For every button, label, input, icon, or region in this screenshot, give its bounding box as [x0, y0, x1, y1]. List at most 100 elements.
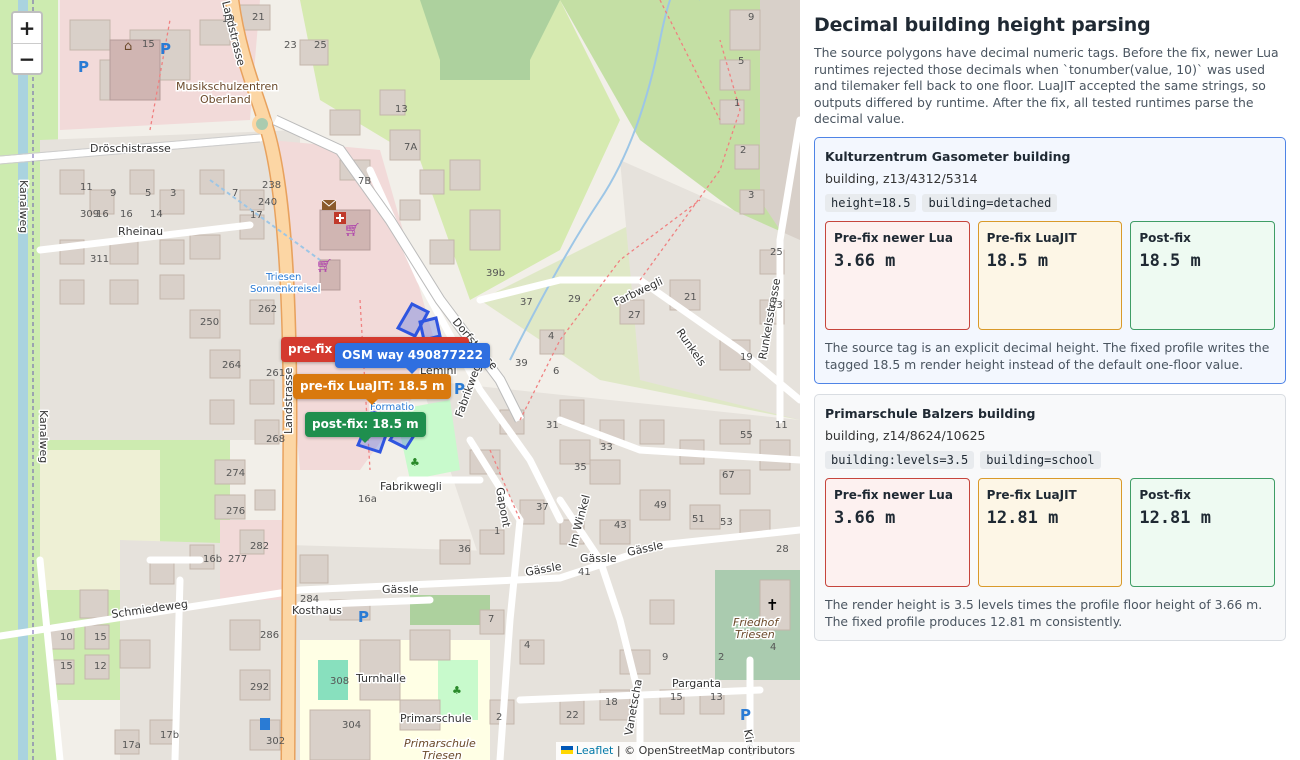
zoom-out-button[interactable]: − [13, 43, 41, 73]
svg-text:♣: ♣ [452, 684, 462, 697]
zoom-control: + − [11, 11, 43, 75]
house-number: 4 [770, 642, 776, 653]
result-label: Pre-fix LuaJIT [986, 230, 1077, 245]
post-office-icon [321, 199, 337, 210]
house-number: 67 [722, 470, 735, 481]
church-icon: ✝ [766, 596, 779, 614]
house-number: 9 [110, 188, 116, 199]
result-label: Pre-fix LuaJIT [986, 487, 1077, 502]
street-label-droschistrasse: Dröschistrasse [90, 142, 171, 155]
street-label-fabrikwegli: Fabrikwegli [380, 480, 442, 493]
house-number: 19 [222, 14, 235, 25]
result-label: Post-fix [1139, 230, 1191, 245]
tag-pre-fix-luajit[interactable]: pre-fix LuaJIT: 18.5 m [293, 374, 452, 405]
tag-chip: building=detached [922, 193, 1058, 212]
result-value: 3.66 m [834, 250, 896, 271]
house-number: 3 [748, 190, 754, 201]
house-number: 311 [90, 254, 109, 265]
house-number: 29 [568, 294, 581, 305]
house-number: 6 [553, 366, 559, 377]
house-number: 1 [734, 98, 740, 109]
result-pre-fix-newer-lua: Pre-fix newer Lua 3.66 m [825, 220, 970, 330]
house-number: 5 [145, 188, 151, 199]
house-number: 15 [94, 632, 107, 643]
map-view[interactable]: Dröschistrasse Rheinau Kanalweg Kanalweg… [0, 0, 800, 760]
house-number: 1 [494, 526, 500, 537]
house-number: 13 [395, 104, 408, 115]
tag-chips: height=18.5 building=detached [825, 193, 1275, 212]
house-number: 277 [228, 554, 247, 565]
tag-post-fix[interactable]: post-fix: 18.5 m [305, 412, 426, 443]
result-label: Pre-fix newer Lua [834, 230, 953, 245]
result-value: 12.81 m [1139, 507, 1211, 528]
fuel-icon [260, 718, 270, 730]
building-card-gasometer[interactable]: Kulturzentrum Gasometer building buildin… [814, 136, 1286, 384]
parking-icon: P [454, 380, 465, 398]
card-note: The source tag is an explicit decimal he… [825, 339, 1270, 372]
result-value: 18.5 m [1139, 250, 1201, 271]
card-subtitle: building, z14/8624/10625 [825, 427, 986, 443]
playground-icon: ♣ [452, 684, 462, 697]
house-number: 9 [662, 652, 668, 663]
house-number: 284 [300, 594, 319, 605]
house-number: 25 [314, 40, 327, 51]
house-number: 15 [60, 661, 73, 672]
result-boxes: Pre-fix newer Lua 3.66 m Pre-fix LuaJIT … [825, 220, 1276, 330]
result-value: 12.81 m [986, 507, 1059, 528]
house-number: 240 [258, 197, 277, 208]
osm-attribution-text: © OpenStreetMap contributors [624, 744, 795, 757]
parking-icon: P [78, 58, 89, 76]
street-label-parganta: Parganta [672, 677, 721, 690]
card-title: Kulturzentrum Gasometer building [825, 148, 1071, 164]
house-number: 16 [120, 209, 133, 220]
leaflet-link[interactable]: Leaflet [576, 744, 613, 757]
svg-text:🛒︎: 🛒︎ [316, 258, 333, 274]
street-label-kanalweg-top: Kanalweg [17, 180, 30, 233]
result-value: 18.5 m [986, 250, 1049, 271]
svg-text:✝: ✝ [766, 596, 779, 614]
result-pre-fix-newer-lua: Pre-fix newer Lua 3.66 m [825, 477, 970, 587]
poi-label-friedhof-triesen: Triesen [735, 628, 775, 641]
poi-label-primarschule: Primarschule [400, 712, 472, 725]
poi-label-turnhalle: Turnhalle [355, 672, 406, 685]
house-number: 28 [776, 544, 789, 555]
result-boxes: Pre-fix newer Lua 3.66 m Pre-fix LuaJIT … [825, 477, 1276, 587]
house-number: 309 [80, 209, 99, 220]
house-number: 43 [614, 520, 627, 531]
info-panel: Decimal building height parsing The sour… [800, 0, 1300, 760]
house-number: 292 [250, 682, 269, 693]
house-number: 12 [94, 661, 107, 672]
house-number: 49 [654, 500, 667, 511]
svg-text:🛒︎: 🛒︎ [344, 222, 361, 238]
result-label: Post-fix [1139, 487, 1191, 502]
shop-icon: 🛒︎ [344, 222, 361, 238]
house-number: 11 [80, 182, 93, 193]
house-number: 17 [250, 210, 263, 221]
tag-osm-way[interactable]: OSM way 490877222 [335, 343, 490, 374]
house-number: 7A [404, 142, 417, 153]
building-card-primarschule[interactable]: Primarschule Balzers building building, … [814, 393, 1286, 641]
poi-label-musikschule: Musikschulzentren [176, 80, 278, 93]
house-number: 51 [692, 514, 705, 525]
svg-text:⌂: ⌂ [124, 39, 132, 54]
school-icon: ⌂ [124, 39, 132, 54]
house-number: 14 [150, 209, 163, 220]
house-number: 268 [266, 434, 285, 445]
poi-label-kosthaus: Kosthaus [292, 604, 342, 617]
svg-text:♣: ♣ [410, 456, 420, 469]
house-number: 282 [250, 541, 269, 552]
house-number: 11 [775, 420, 788, 431]
map-attribution: Leaflet | © OpenStreetMap contributors [555, 742, 800, 760]
house-number: 37 [520, 297, 533, 308]
house-number: 302 [266, 736, 285, 747]
card-subtitle: building, z13/4312/5314 [825, 170, 978, 186]
house-number: 22 [566, 710, 579, 721]
attribution-separator: | [616, 744, 621, 757]
house-number: 262 [258, 304, 277, 315]
house-number: 2 [496, 712, 502, 723]
tag-chips: building:levels=3.5 building=school [825, 450, 1275, 469]
house-number: 10 [60, 632, 73, 643]
zoom-in-button[interactable]: + [13, 13, 41, 43]
tag-chip: height=18.5 [825, 193, 917, 212]
tag-chip: building:levels=3.5 [825, 450, 975, 469]
